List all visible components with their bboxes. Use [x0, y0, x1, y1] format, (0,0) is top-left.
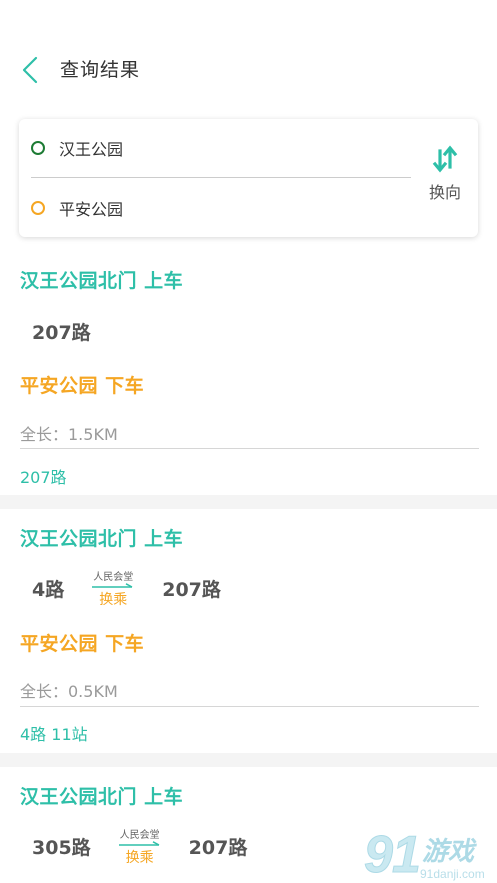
route-name: 207路 [162, 578, 221, 601]
route-line: 305路 人民会堂 换乘 207路 [32, 826, 247, 866]
route-result-2[interactable]: 汉王公园北门 上车 4路 人民会堂 换乘 207路 平安公园 下车 全长：0.5… [0, 516, 497, 753]
svg-text:9: 9 [364, 826, 393, 883]
section-separator [0, 495, 497, 509]
watermark-logo: 9 1 游戏 91danji.com [364, 826, 485, 883]
section-separator [0, 753, 497, 767]
route-summary: 4路 11站 [20, 725, 88, 744]
header-bar: 查询结果 [0, 0, 497, 120]
card-divider [31, 177, 411, 178]
route-distance: 全长：1.5KM [20, 425, 118, 444]
route-line: 207路 [32, 311, 91, 351]
transfer-stop-name: 人民会堂 [93, 572, 134, 583]
route-result-1[interactable]: 汉王公园北门 上车 207路 平安公园 下车 全长：1.5KM 207路 [0, 258, 497, 495]
end-stop-field[interactable]: 平安公园 [31, 194, 123, 222]
board-stop-title: 汉王公园北门 上车 [20, 270, 184, 292]
route-name: 207路 [188, 836, 248, 859]
end-stop-label: 平安公园 [59, 200, 124, 219]
transfer-label: 换乘 [125, 850, 154, 866]
alight-stop-title: 平安公园 下车 [20, 633, 145, 655]
transfer-label: 换乘 [99, 592, 128, 608]
back-arrow-icon[interactable] [18, 54, 48, 86]
divider [20, 706, 479, 707]
route-search-card: 汉王公园 平安公园 换向 [19, 119, 478, 237]
watermark-url-text: 91danji.com [420, 867, 485, 881]
route-distance: 全长：0.5KM [20, 682, 118, 701]
board-stop-title: 汉王公园北门 上车 [20, 528, 184, 550]
svg-text:1: 1 [392, 826, 421, 883]
end-dot-icon [31, 201, 45, 215]
transfer-indicator: 人民会堂 换乘 [82, 568, 144, 608]
route-name: 305路 [32, 836, 91, 859]
route-name: 4路 [32, 578, 65, 601]
start-stop-label: 汉王公园 [59, 140, 124, 159]
swap-label: 换向 [428, 183, 461, 202]
transfer-indicator: 人民会堂 换乘 [109, 826, 171, 866]
transfer-stop-name: 人民会堂 [119, 830, 160, 841]
alight-stop-title: 平安公园 下车 [20, 375, 145, 397]
start-dot-icon [31, 141, 45, 155]
page-title: 查询结果 [60, 59, 141, 81]
start-stop-field[interactable]: 汉王公园 [31, 134, 123, 162]
divider [20, 448, 479, 449]
board-stop-title: 汉王公园北门 上车 [20, 786, 184, 808]
swap-arrows-icon [432, 145, 458, 173]
route-summary: 207路 [20, 468, 67, 487]
swap-direction-button[interactable]: 换向 [415, 145, 475, 211]
watermark-brand-text: 游戏 [422, 836, 477, 866]
route-name: 207路 [32, 321, 91, 344]
route-line: 4路 人民会堂 换乘 207路 [32, 568, 221, 608]
